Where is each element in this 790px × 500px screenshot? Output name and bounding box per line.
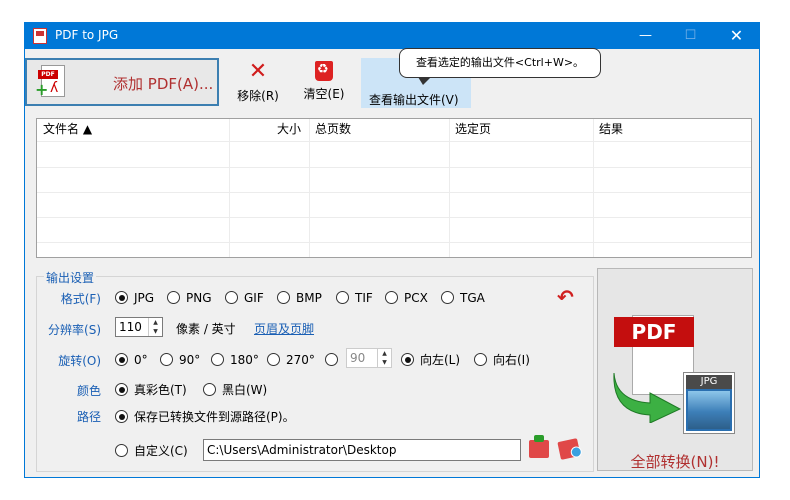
radio-dot bbox=[203, 383, 216, 396]
column-header-selected-pages[interactable]: 选定页 bbox=[455, 119, 491, 139]
column-header-filename[interactable]: 文件名 ▲ bbox=[43, 119, 92, 139]
app-icon bbox=[33, 28, 47, 44]
rotate-left-radio[interactable]: 向左(L) bbox=[401, 352, 460, 368]
close-button[interactable]: ✕ bbox=[714, 23, 759, 49]
radio-dot bbox=[115, 444, 128, 457]
path-label: 路径 bbox=[76, 410, 101, 424]
header-footer-link[interactable]: 页眉及页脚 bbox=[254, 320, 314, 337]
stepper-arrows-icon[interactable]: ▲ ▼ bbox=[377, 349, 391, 367]
reset-undo-icon[interactable]: ↶ bbox=[557, 285, 574, 309]
path-radio-custom[interactable]: 自定义(C) bbox=[115, 443, 188, 459]
remove-button[interactable]: ✕ 移除(R) bbox=[231, 61, 285, 104]
clear-button[interactable]: 清空(E) bbox=[299, 61, 349, 102]
format-radio-tif[interactable]: TIF bbox=[336, 290, 373, 306]
format-radio-pcx[interactable]: PCX bbox=[385, 290, 428, 306]
radio-dot bbox=[115, 353, 128, 366]
pdf-badge-icon: PDF bbox=[614, 317, 694, 347]
column-header-size[interactable]: 大小 bbox=[277, 119, 301, 139]
file-list[interactable]: 文件名 ▲ 大小 总页数 选定页 结果 bbox=[36, 118, 752, 258]
remove-label: 移除(R) bbox=[237, 89, 279, 103]
rotation-radio-90[interactable]: 90° bbox=[160, 352, 200, 368]
add-pdf-icon: PDF + ʎ bbox=[35, 65, 65, 98]
open-folder-icon[interactable] bbox=[557, 438, 581, 460]
browse-folder-icon[interactable] bbox=[529, 435, 549, 458]
column-header-result[interactable]: 结果 bbox=[599, 119, 623, 139]
row-divider bbox=[37, 192, 751, 193]
convert-arrow-icon bbox=[613, 372, 682, 423]
radio-dot bbox=[336, 291, 349, 304]
trash-icon bbox=[315, 61, 333, 81]
radio-dot bbox=[115, 410, 128, 423]
row-divider bbox=[37, 217, 751, 218]
column-divider bbox=[229, 119, 230, 257]
maximize-button[interactable]: ☐ bbox=[668, 23, 713, 49]
convert-all-button[interactable]: PDF JPG 全部转换(N)! bbox=[597, 268, 753, 471]
rotation-radio-0[interactable]: 0° bbox=[115, 352, 148, 368]
color-radio-truecolor[interactable]: 真彩色(T) bbox=[115, 382, 187, 398]
radio-dot bbox=[167, 291, 180, 304]
rotation-label: 旋转(O) bbox=[58, 354, 101, 368]
column-divider bbox=[309, 119, 310, 257]
title-bar: PDF to JPG — ☐ ✕ bbox=[25, 23, 759, 49]
add-pdf-button[interactable]: PDF + ʎ 添加 PDF(A)... bbox=[25, 58, 219, 106]
window-title: PDF to JPG bbox=[55, 28, 119, 42]
row-divider bbox=[37, 141, 751, 142]
remove-x-icon: ✕ bbox=[248, 59, 268, 84]
rotate-right-radio[interactable]: 向右(I) bbox=[474, 352, 530, 368]
radio-dot bbox=[225, 291, 238, 304]
add-pdf-label: 添加 PDF(A)... bbox=[113, 75, 214, 93]
rotation-custom-stepper[interactable]: 90 ▲ ▼ bbox=[346, 348, 392, 368]
resolution-unit: 像素 / 英寸 bbox=[176, 322, 236, 336]
format-label: 格式(F) bbox=[60, 292, 101, 306]
rotation-radio-custom[interactable] bbox=[325, 352, 344, 368]
rotation-radio-180[interactable]: 180° bbox=[211, 352, 259, 368]
radio-dot bbox=[211, 353, 224, 366]
radio-dot bbox=[325, 353, 338, 366]
radio-dot bbox=[385, 291, 398, 304]
jpg-image-icon: JPG bbox=[684, 373, 734, 433]
format-radio-jpg[interactable]: JPG bbox=[115, 290, 154, 306]
color-radio-blackwhite[interactable]: 黑白(W) bbox=[203, 382, 267, 398]
path-radio-source[interactable]: 保存已转换文件到源路径(P)。 bbox=[115, 409, 295, 425]
stepper-arrows-icon[interactable]: ▲ ▼ bbox=[148, 318, 162, 336]
radio-dot bbox=[441, 291, 454, 304]
radio-dot bbox=[160, 353, 173, 366]
radio-dot bbox=[401, 353, 414, 366]
rotation-custom-value: 90 bbox=[350, 351, 366, 365]
resolution-value: 110 bbox=[119, 320, 142, 334]
output-settings-legend: 输出设置 bbox=[44, 269, 97, 286]
radio-dot bbox=[115, 291, 128, 304]
resolution-stepper[interactable]: 110 ▲ ▼ bbox=[115, 317, 163, 337]
column-divider bbox=[449, 119, 450, 257]
format-radio-tga[interactable]: TGA bbox=[441, 290, 485, 306]
row-divider bbox=[37, 167, 751, 168]
format-radio-png[interactable]: PNG bbox=[167, 290, 212, 306]
minimize-button[interactable]: — bbox=[623, 23, 668, 49]
convert-all-label: 全部转换(N)! bbox=[630, 453, 720, 471]
main-window: PDF to JPG — ☐ ✕ PDF + ʎ 添加 PDF(A)... ✕ … bbox=[24, 22, 760, 478]
column-header-pages[interactable]: 总页数 bbox=[315, 119, 351, 139]
resolution-label: 分辨率(S) bbox=[48, 323, 101, 337]
rotation-radio-270[interactable]: 270° bbox=[267, 352, 315, 368]
radio-dot bbox=[474, 353, 487, 366]
radio-dot bbox=[267, 353, 280, 366]
view-output-label: 查看输出文件(V) bbox=[369, 93, 459, 107]
column-divider bbox=[593, 119, 594, 257]
format-radio-bmp[interactable]: BMP bbox=[277, 290, 322, 306]
color-label: 颜色 bbox=[76, 384, 101, 398]
row-divider bbox=[37, 242, 751, 243]
tooltip: 查看选定的输出文件<Ctrl+W>。 bbox=[399, 48, 601, 85]
radio-dot bbox=[277, 291, 290, 304]
radio-dot bbox=[115, 383, 128, 396]
output-path-field[interactable]: C:\Users\Administrator\Desktop bbox=[203, 439, 521, 461]
clear-label: 清空(E) bbox=[303, 87, 345, 101]
format-radio-gif[interactable]: GIF bbox=[225, 290, 264, 306]
